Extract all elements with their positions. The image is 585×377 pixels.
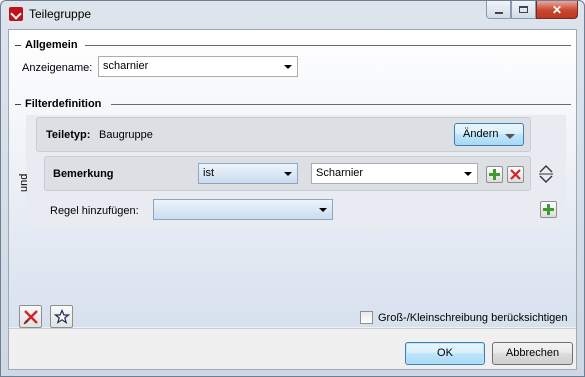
anzeigename-label: Anzeigename: xyxy=(22,62,93,74)
minimize-icon xyxy=(494,11,503,14)
anzeigename-combo[interactable]: scharnier xyxy=(98,56,298,77)
add-rule-label: Regel hinzufügen: xyxy=(50,205,139,217)
maximize-icon xyxy=(519,6,528,13)
cancel-button[interactable]: Abbrechen xyxy=(492,342,573,365)
teiltyp-value: Baugruppe xyxy=(99,129,153,141)
ok-button[interactable]: OK xyxy=(405,342,485,365)
minimize-button[interactable] xyxy=(486,1,511,19)
content-panel: Allgemein Anzeigename: scharnier Filterd… xyxy=(9,30,576,327)
plus-icon xyxy=(543,204,554,215)
add-condition-button[interactable] xyxy=(486,166,503,183)
title-bar: Teilegruppe ✕ xyxy=(1,1,584,27)
section-dash xyxy=(15,104,21,105)
close-icon: ✕ xyxy=(551,2,563,17)
case-sensitive-checkbox[interactable] xyxy=(360,311,373,324)
connector-label: und xyxy=(18,173,30,192)
anzeigename-value: scharnier xyxy=(103,60,149,72)
dialog-window: Teilegruppe ✕ Allgemein Anzeigename: sch… xyxy=(0,0,585,377)
teiltyp-label: Teiletyp: xyxy=(46,129,91,141)
chevron-down-icon xyxy=(464,172,472,176)
move-rule-button[interactable] xyxy=(538,164,554,184)
footer-divider xyxy=(9,328,576,329)
add-rule-button[interactable] xyxy=(540,201,557,218)
chevron-down-icon xyxy=(284,65,292,69)
rule-operator-value: ist xyxy=(203,167,214,179)
filter-header: Filterdefinition xyxy=(15,98,571,112)
remove-rule-button[interactable] xyxy=(507,166,524,183)
allgemein-header: Allgemein xyxy=(15,39,571,53)
chevron-down-icon xyxy=(505,134,515,139)
case-sensitive-label: Groß-/Kleinschreibung berücksichtigen xyxy=(378,312,568,324)
clear-filter-button[interactable] xyxy=(19,305,42,328)
add-rule-combo[interactable] xyxy=(153,199,333,220)
section-dash xyxy=(15,45,21,46)
maximize-button[interactable] xyxy=(511,1,536,19)
rule-operator-combo[interactable]: ist xyxy=(198,163,298,184)
filter-title: Filterdefinition xyxy=(25,98,102,110)
section-divider xyxy=(111,104,571,105)
clear-filter-icon xyxy=(23,309,38,324)
plus-icon xyxy=(489,169,500,180)
section-divider xyxy=(85,45,571,46)
delete-icon xyxy=(510,169,521,180)
rule-value: Scharnier xyxy=(316,167,364,179)
close-button[interactable]: ✕ xyxy=(536,1,578,19)
aendern-label: Ändern xyxy=(463,128,499,140)
rule-field-label: Bemerkung xyxy=(53,168,114,180)
favorite-button[interactable] xyxy=(50,305,73,328)
aendern-button[interactable]: Ändern xyxy=(454,123,524,146)
dialog-client: Allgemein Anzeigename: scharnier Filterd… xyxy=(8,29,577,370)
up-down-arrows-icon xyxy=(539,165,553,183)
star-icon xyxy=(53,308,70,324)
caption-buttons: ✕ xyxy=(486,1,578,19)
teiltyp-row: Teiletyp: Baugruppe Ändern xyxy=(36,117,531,152)
allgemein-title: Allgemein xyxy=(25,39,78,51)
rule-value-combo[interactable]: Scharnier xyxy=(311,163,478,184)
app-logo-icon xyxy=(9,7,23,21)
window-title: Teilegruppe xyxy=(29,7,92,21)
chevron-down-icon xyxy=(284,172,292,176)
chevron-down-icon xyxy=(319,208,327,212)
